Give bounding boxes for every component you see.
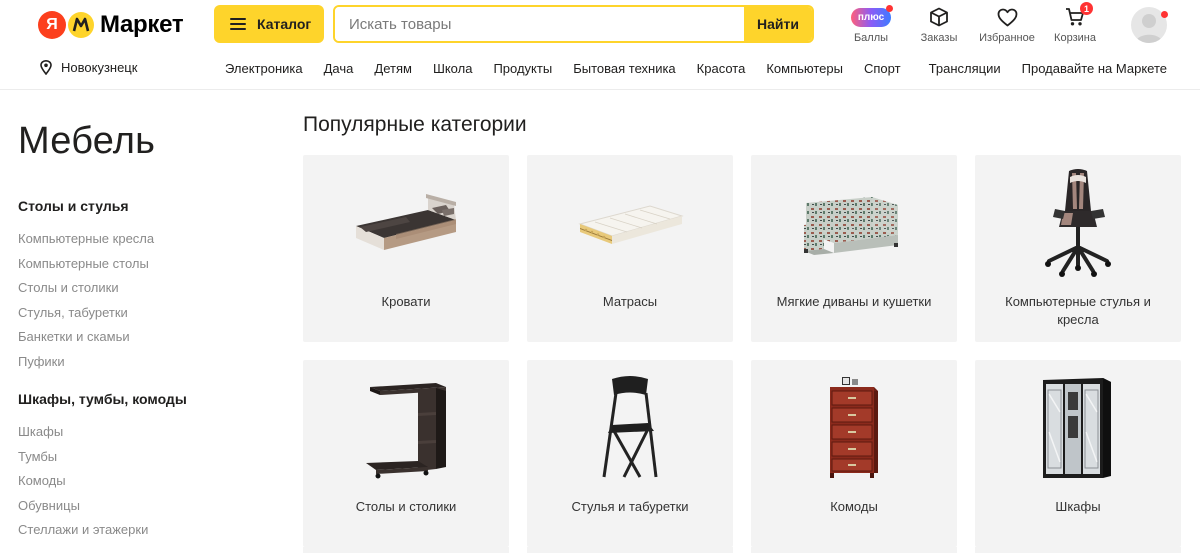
- popular-categories-title: Популярные категории: [303, 113, 527, 136]
- orders-button[interactable]: Заказы: [909, 6, 969, 44]
- category-card-partial[interactable]: [751, 547, 957, 553]
- sofa-image: [751, 165, 957, 280]
- nav-categories: Электроника Дача Детям Школа Продукты Бы…: [225, 61, 922, 76]
- category-card-label: Шкафы: [1055, 499, 1101, 514]
- notification-dot: [886, 4, 893, 12]
- nav-item-sport[interactable]: Спорт: [864, 61, 901, 76]
- wardrobe-image: [975, 370, 1181, 485]
- box-icon: [929, 6, 949, 28]
- sidebar-group-title[interactable]: Столы и стулья: [18, 198, 268, 214]
- category-card-tables[interactable]: Столы и столики: [303, 360, 509, 547]
- nav-item-dacha[interactable]: Дача: [324, 61, 354, 76]
- category-card-dressers[interactable]: Комоды: [751, 360, 957, 547]
- nav-item-sell-on-market[interactable]: Продавайте на Маркете: [1022, 61, 1167, 76]
- category-card-mattresses[interactable]: Матрасы: [527, 155, 733, 342]
- category-grid-next-row: [303, 547, 1181, 553]
- category-card-partial[interactable]: [975, 547, 1181, 553]
- sidebar-item-dressers[interactable]: Комоды: [18, 469, 268, 494]
- sidebar-item-benches[interactable]: Банкетки и скамьи: [18, 325, 268, 350]
- category-grid: Кровати Матрасы Мягкие диваны и кушетки …: [303, 155, 1181, 547]
- logo-letter: Я: [46, 16, 58, 33]
- sidebar-item-shoe-racks[interactable]: Обувницы: [18, 494, 268, 519]
- category-card-label: Мягкие диваны и кушетки: [776, 294, 932, 309]
- category-card-chairs[interactable]: Стулья и табуретки: [527, 360, 733, 547]
- sidebar-group-cabinets: Шкафы, тумбы, комоды Шкафы Тумбы Комоды …: [18, 391, 268, 543]
- cart-button[interactable]: 1 Корзина: [1045, 2, 1105, 44]
- plus-badge-text: плюс: [857, 11, 885, 23]
- nav-right-links: Трансляции Продавайте на Маркете: [908, 61, 1167, 76]
- logo-text: Маркет: [100, 11, 184, 38]
- sidebar-item-shelving[interactable]: Стеллажи и этажерки: [18, 518, 268, 543]
- favorites-button[interactable]: Избранное: [977, 6, 1037, 44]
- sidebar-item-wardrobes[interactable]: Шкафы: [18, 420, 268, 445]
- category-card-label: Стулья и табуретки: [571, 499, 689, 514]
- sidebar-item-computer-desks[interactable]: Компьютерные столы: [18, 252, 268, 277]
- sidebar-group-title[interactable]: Шкафы, тумбы, комоды: [18, 391, 268, 407]
- catalog-button-label: Каталог: [257, 16, 312, 32]
- cart-count-badge: 1: [1080, 2, 1093, 15]
- gaming-chair-image: [975, 165, 1181, 280]
- nav-item-computers[interactable]: Компьютеры: [766, 61, 843, 76]
- points-button[interactable]: плюс Баллы: [841, 4, 901, 44]
- category-card-partial[interactable]: [303, 547, 509, 553]
- category-card-label: Матрасы: [602, 294, 658, 309]
- category-card-label: Компьютерные стулья и кресла: [1005, 294, 1151, 327]
- favorites-label: Избранное: [979, 32, 1035, 44]
- category-card-beds[interactable]: Кровати: [303, 155, 509, 342]
- yandex-logo-icon: Я: [38, 11, 66, 39]
- orders-label: Заказы: [920, 32, 958, 44]
- bed-image: [303, 165, 509, 280]
- catalog-button[interactable]: Каталог: [214, 5, 324, 43]
- top-nav: Новокузнецк Электроника Дача Детям Школа…: [0, 56, 1200, 82]
- city-name: Новокузнецк: [61, 60, 138, 75]
- city-selector[interactable]: Новокузнецк: [40, 60, 137, 75]
- sidebar-item-tables[interactable]: Столы и столики: [18, 276, 268, 301]
- menu-icon: [230, 18, 246, 30]
- plus-badge: плюс: [851, 4, 893, 27]
- sidebar-item-computer-armchairs[interactable]: Компьютерные кресла: [18, 227, 268, 252]
- avatar-notification-dot: [1161, 11, 1168, 18]
- market-logo[interactable]: Я Маркет: [38, 10, 184, 40]
- category-card-label: Комоды: [830, 499, 878, 514]
- category-card-wardrobes[interactable]: Шкафы: [975, 360, 1181, 547]
- nav-item-school[interactable]: Школа: [433, 61, 473, 76]
- nav-item-beauty[interactable]: Красота: [697, 61, 746, 76]
- nav-item-electronics[interactable]: Электроника: [225, 61, 303, 76]
- category-card-label: Кровати: [381, 294, 431, 309]
- sidebar-group-tables-chairs: Столы и стулья Компьютерные кресла Компь…: [18, 198, 268, 375]
- nav-item-products[interactable]: Продукты: [493, 61, 552, 76]
- page-title: Мебель: [18, 120, 156, 162]
- mattress-image: [527, 165, 733, 280]
- cart-icon: 1: [1065, 2, 1093, 28]
- location-pin-icon: [40, 60, 52, 75]
- points-label: Баллы: [853, 32, 889, 44]
- sidebar-item-nightstands[interactable]: Тумбы: [18, 445, 268, 470]
- sidebar-item-poufs[interactable]: Пуфики: [18, 350, 268, 375]
- folding-chair-image: [527, 370, 733, 485]
- sidebar-item-chairs-stools[interactable]: Стулья, табуретки: [18, 301, 268, 326]
- category-card-sofas[interactable]: Мягкие диваны и кушетки: [751, 155, 957, 342]
- side-table-image: [303, 370, 509, 485]
- search-button[interactable]: Найти: [744, 7, 812, 41]
- heart-icon: [997, 6, 1018, 28]
- search-input[interactable]: [335, 7, 744, 41]
- category-card-label: Столы и столики: [355, 499, 457, 514]
- cart-label: Корзина: [1054, 32, 1096, 44]
- nav-item-appliances[interactable]: Бытовая техника: [573, 61, 675, 76]
- nav-item-broadcasts[interactable]: Трансляции: [929, 61, 1001, 76]
- category-card-partial[interactable]: [527, 547, 733, 553]
- search-bar: Найти: [333, 5, 814, 43]
- category-card-computer-chairs[interactable]: Компьютерные стулья и кресла: [975, 155, 1181, 342]
- market-m-icon: [68, 11, 94, 39]
- nav-item-kids[interactable]: Детям: [374, 61, 412, 76]
- site-header: Я Маркет Каталог Найти плюс Баллы Заказы…: [0, 0, 1200, 90]
- dresser-image: [751, 370, 957, 485]
